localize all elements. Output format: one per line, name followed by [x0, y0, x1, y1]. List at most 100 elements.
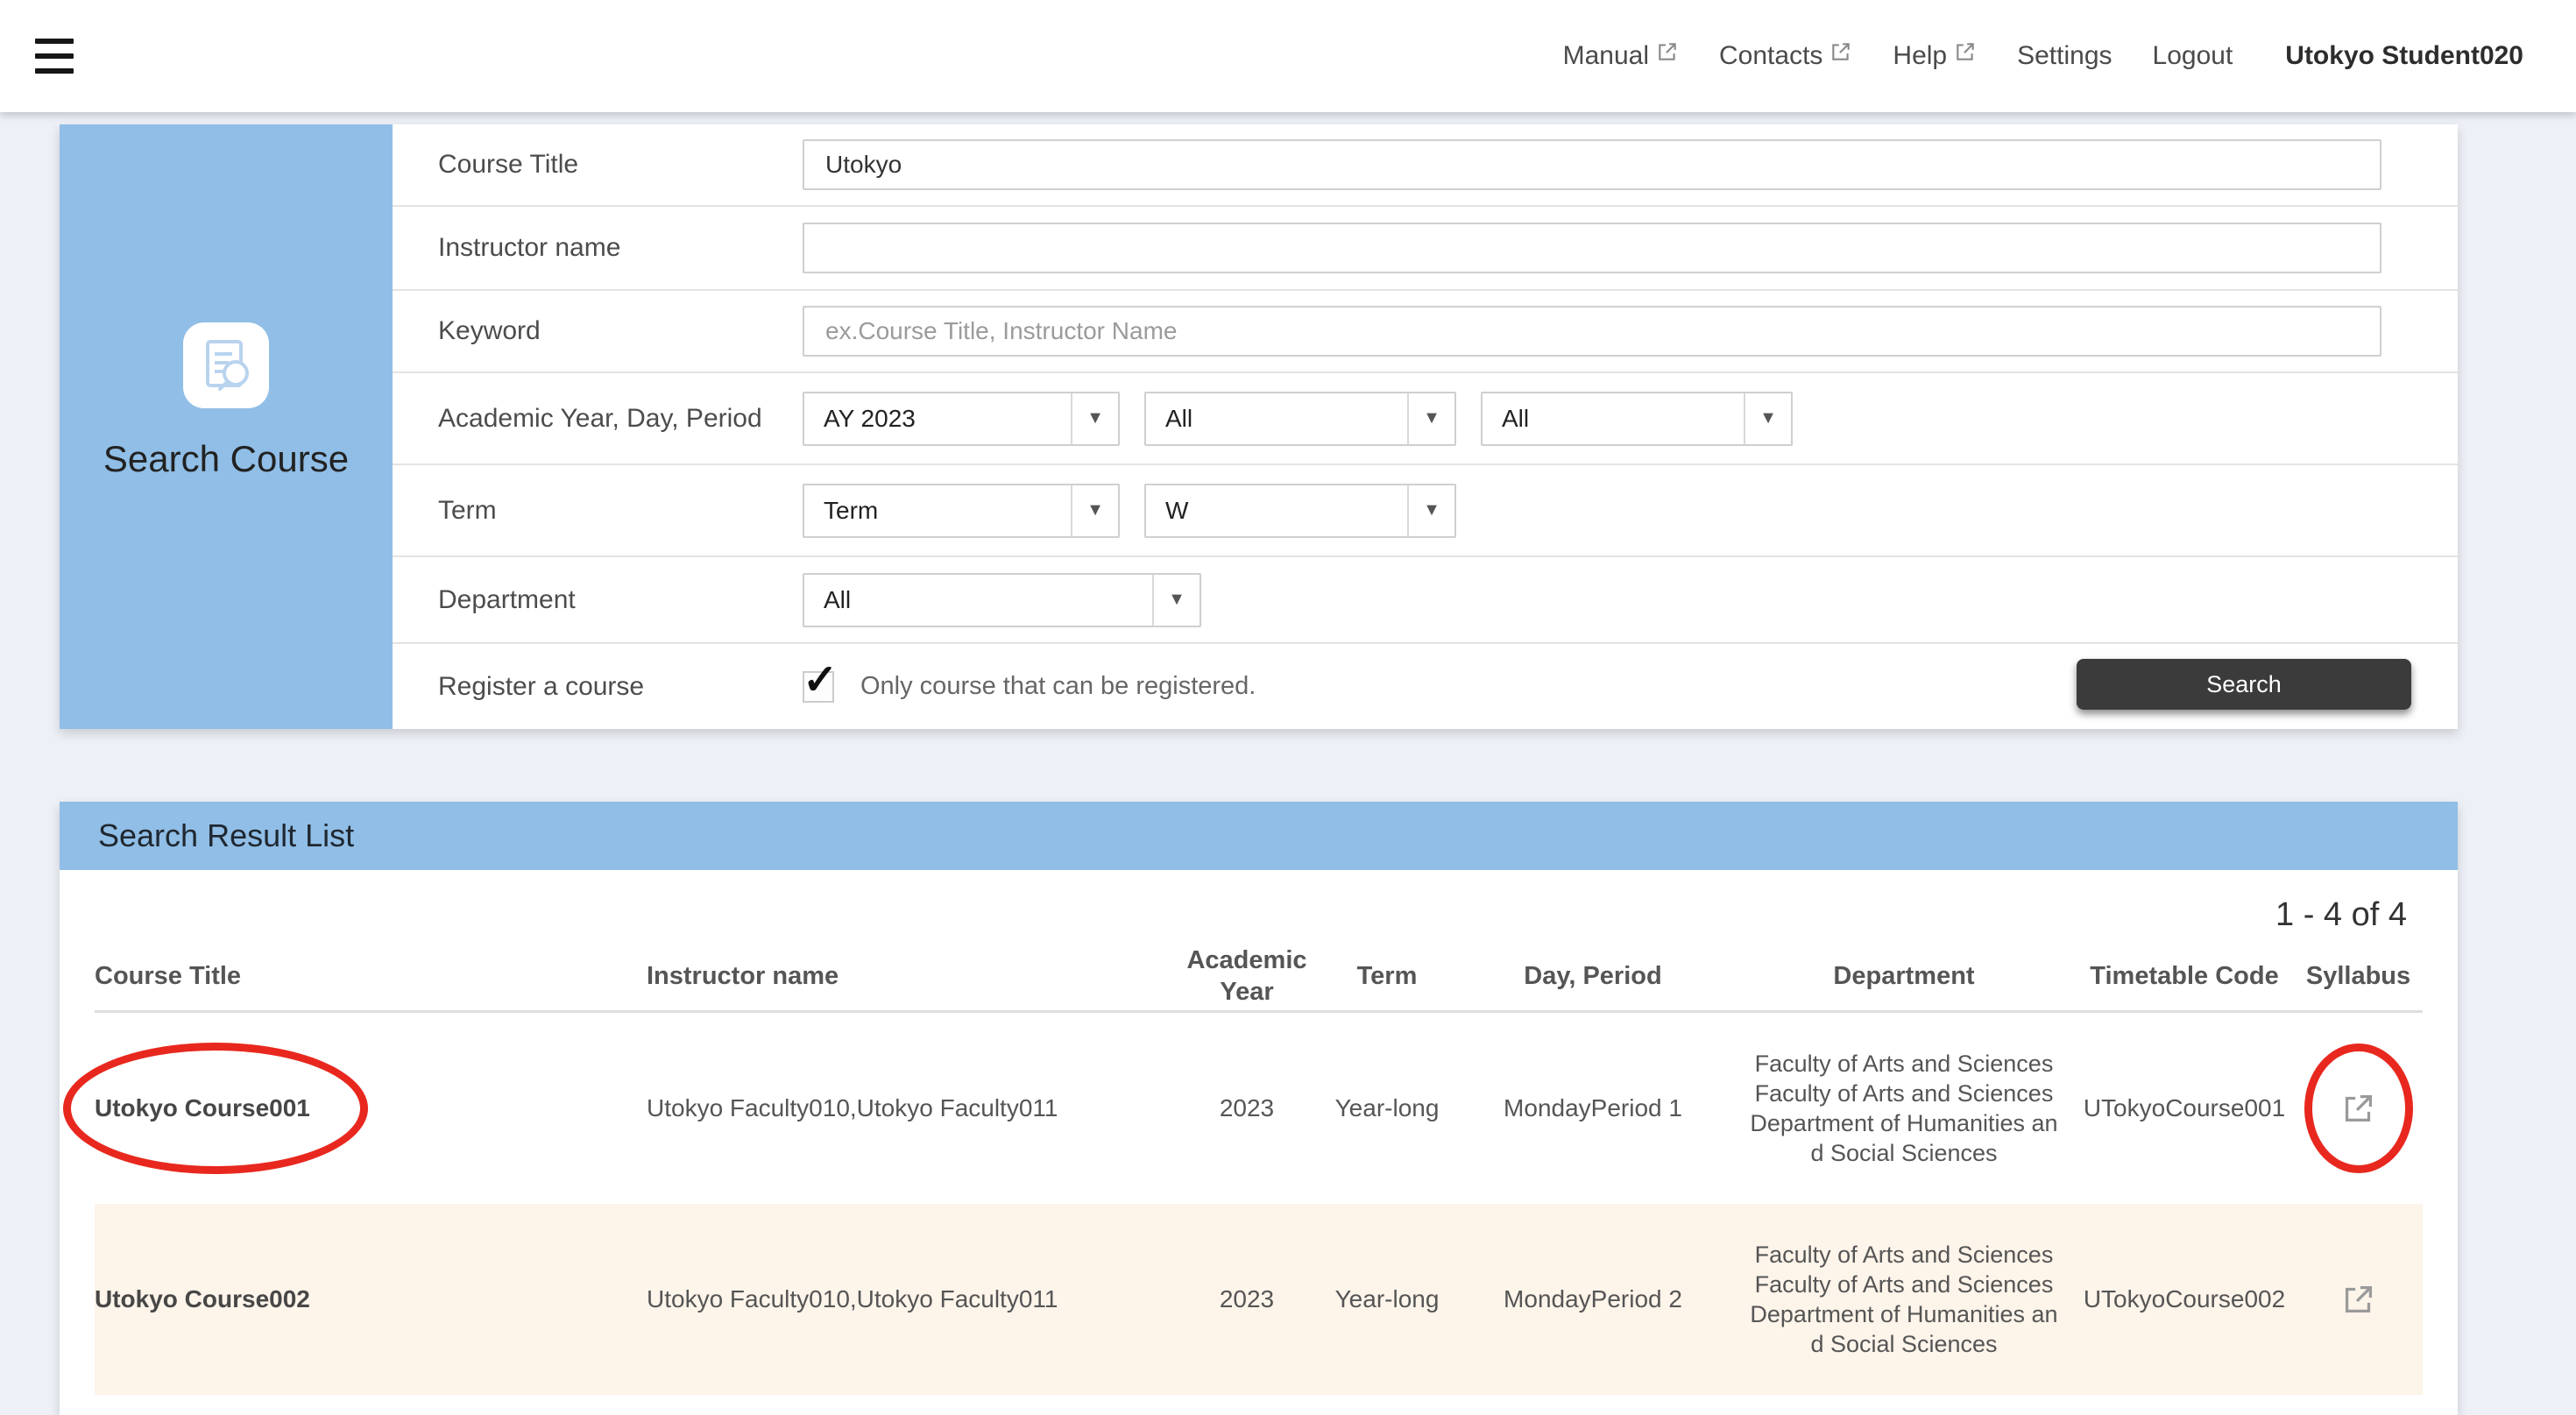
user-name: Utokyo Student020 — [2285, 41, 2523, 71]
department-line: Faculty of Arts and Sciences Department … — [1750, 1270, 2058, 1359]
nav-logout-label: Logout — [2153, 41, 2233, 71]
search-form: Course Title Instructor name Keyword Aca… — [393, 124, 2458, 729]
department-label: Department — [393, 584, 803, 617]
term-value-select[interactable]: W ▼ — [1144, 484, 1456, 538]
department-select-value: All — [804, 586, 1152, 614]
academic-year-select[interactable]: AY 2023 ▼ — [803, 392, 1120, 446]
col-course-title: Course Title — [95, 960, 647, 992]
day-select-value: All — [1146, 405, 1407, 433]
instructor-cell: Utokyo Faculty010,Utokyo Faculty011 — [647, 1285, 1172, 1313]
academic-year-cell: 2023 — [1172, 1285, 1321, 1313]
department-line: Faculty of Arts and Sciences — [1750, 1049, 2058, 1079]
course-title-label: Course Title — [393, 148, 803, 181]
nav-logout-link[interactable]: Logout — [2153, 41, 2233, 71]
chevron-down-icon: ▼ — [1152, 575, 1200, 626]
col-instructor-name: Instructor name — [647, 960, 1172, 992]
col-timetable-code: Timetable Code — [2075, 960, 2294, 992]
col-academic-year: Academic Year — [1172, 945, 1321, 1008]
top-bar: Manual Contacts Help Se — [0, 0, 2576, 112]
search-button[interactable]: Search — [2077, 659, 2411, 710]
academic-year-day-period-row: Academic Year, Day, Period AY 2023 ▼ All… — [393, 373, 2458, 465]
top-navigation: Manual Contacts Help Se — [1563, 41, 2523, 71]
instructor-name-input[interactable] — [803, 223, 2381, 273]
day-period-cell: MondayPeriod 2 — [1453, 1285, 1733, 1313]
nav-help-label: Help — [1893, 41, 1947, 71]
department-row: Department All ▼ — [393, 557, 2458, 644]
course-title-text: Utokyo Course001 — [95, 1094, 310, 1121]
external-link-icon — [1954, 40, 1977, 63]
term-cell: Year-long — [1321, 1094, 1453, 1122]
col-day-period: Day, Period — [1453, 960, 1733, 992]
nav-settings-link[interactable]: Settings — [2017, 41, 2112, 71]
period-select[interactable]: All ▼ — [1481, 392, 1793, 446]
nav-manual-label: Manual — [1563, 41, 1649, 71]
term-label: Term — [393, 494, 803, 527]
table-row: Utokyo Course002 Utokyo Faculty010,Utoky… — [95, 1204, 2423, 1395]
term-value-select-value: W — [1146, 497, 1407, 525]
search-result-header: Search Result List — [60, 802, 2458, 870]
syllabus-cell — [2294, 1088, 2423, 1128]
course-title-text: Utokyo Course002 — [95, 1285, 310, 1312]
table-row: Utokyo Course001 Utokyo Faculty010,Utoky… — [95, 1013, 2423, 1204]
register-course-checkbox-label: Only course that can be registered. — [860, 672, 1256, 701]
nav-contacts-label: Contacts — [1719, 41, 1822, 71]
timetable-code-cell: UTokyoCourse001 — [2075, 1094, 2294, 1122]
instructor-cell: Utokyo Faculty010,Utokyo Faculty011 — [647, 1094, 1172, 1122]
keyword-row: Keyword — [393, 291, 2458, 373]
chevron-down-icon: ▼ — [1071, 485, 1118, 536]
col-syllabus: Syllabus — [2294, 960, 2423, 992]
nav-manual-link[interactable]: Manual — [1563, 41, 1679, 71]
period-select-value: All — [1483, 405, 1744, 433]
term-row: Term Term ▼ W ▼ — [393, 465, 2458, 557]
course-title-cell[interactable]: Utokyo Course001 — [95, 1094, 647, 1122]
academic-year-select-value: AY 2023 — [804, 405, 1071, 433]
chevron-down-icon: ▼ — [1407, 485, 1454, 536]
register-course-checkbox[interactable]: ✓ — [803, 671, 834, 703]
syllabus-external-link-icon[interactable] — [2339, 1279, 2379, 1319]
instructor-name-label: Instructor name — [393, 231, 803, 265]
register-course-label: Register a course — [393, 670, 803, 704]
syllabus-external-link-icon[interactable] — [2339, 1088, 2379, 1128]
timetable-code-cell: UTokyoCourse002 — [2075, 1285, 2294, 1313]
department-select[interactable]: All ▼ — [803, 573, 1201, 627]
term-type-select-value: Term — [804, 497, 1071, 525]
term-cell: Year-long — [1321, 1285, 1453, 1313]
term-type-select[interactable]: Term ▼ — [803, 484, 1120, 538]
result-table-header-row: Course Title Instructor name Academic Ye… — [95, 941, 2423, 1013]
search-result-panel: Search Result List 1 - 4 of 4 Course Tit… — [60, 802, 2458, 1415]
department-cell: Faculty of Arts and Sciences Faculty of … — [1733, 1049, 2075, 1168]
syllabus-cell — [2294, 1279, 2423, 1319]
keyword-input[interactable] — [803, 306, 2381, 357]
check-icon: ✓ — [803, 655, 838, 704]
department-line: Faculty of Arts and Sciences — [1750, 1240, 2058, 1270]
search-course-title: Search Course — [103, 438, 349, 480]
search-result-title: Search Result List — [98, 817, 354, 854]
col-term: Term — [1321, 960, 1453, 992]
nav-contacts-link[interactable]: Contacts — [1719, 41, 1852, 71]
result-count: 1 - 4 of 4 — [60, 870, 2458, 941]
register-course-row: Register a course ✓ Only course that can… — [393, 644, 2458, 729]
external-link-icon — [1656, 40, 1679, 63]
result-table: Course Title Instructor name Academic Ye… — [60, 941, 2458, 1395]
day-select[interactable]: All ▼ — [1144, 392, 1456, 446]
academic-year-cell: 2023 — [1172, 1094, 1321, 1122]
instructor-name-row: Instructor name — [393, 207, 2458, 291]
col-department: Department — [1733, 960, 2075, 992]
academic-year-day-period-label: Academic Year, Day, Period — [393, 402, 803, 435]
keyword-label: Keyword — [393, 315, 803, 348]
hamburger-menu-icon[interactable] — [35, 39, 75, 74]
nav-help-link[interactable]: Help — [1893, 41, 1977, 71]
course-title-input[interactable] — [803, 139, 2381, 190]
search-course-panel: Search Course Course Title Instructor na… — [60, 124, 2458, 729]
course-title-row: Course Title — [393, 124, 2458, 207]
department-line: Faculty of Arts and Sciences Department … — [1750, 1079, 2058, 1168]
chevron-down-icon: ▼ — [1744, 393, 1791, 444]
nav-settings-label: Settings — [2017, 41, 2112, 71]
chevron-down-icon: ▼ — [1071, 393, 1118, 444]
course-search-icon — [183, 322, 269, 408]
course-title-cell[interactable]: Utokyo Course002 — [95, 1285, 647, 1313]
day-period-cell: MondayPeriod 1 — [1453, 1094, 1733, 1122]
chevron-down-icon: ▼ — [1407, 393, 1454, 444]
external-link-icon — [1829, 40, 1852, 63]
department-cell: Faculty of Arts and Sciences Faculty of … — [1733, 1240, 2075, 1359]
